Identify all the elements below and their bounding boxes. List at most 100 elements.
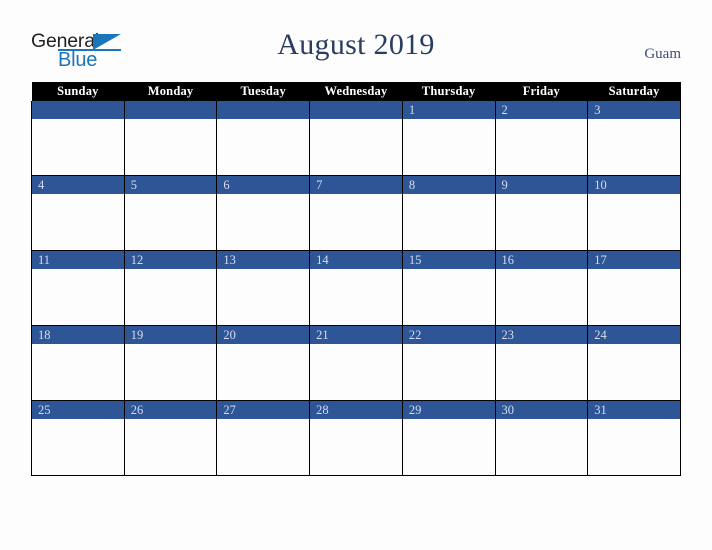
day-events-area[interactable]	[310, 419, 402, 474]
calendar-day-cell[interactable]: 17	[587, 250, 681, 326]
weekday-header-sunday: Sunday	[31, 82, 125, 101]
day-number: 9	[495, 176, 588, 194]
day-events-area[interactable]	[588, 194, 680, 249]
calendar-week-row: 11 12 13 14 15 16 17	[31, 250, 681, 326]
calendar-day-cell[interactable]: 12	[123, 250, 218, 326]
day-events-area[interactable]	[310, 119, 402, 174]
calendar-day-cell[interactable]: 15	[401, 250, 496, 326]
day-events-area[interactable]	[495, 419, 588, 474]
calendar-day-cell[interactable]: 7	[309, 175, 403, 251]
day-events-area[interactable]	[402, 269, 495, 324]
day-events-area[interactable]	[217, 119, 310, 174]
calendar-day-cell[interactable]: 23	[494, 325, 589, 401]
day-number: 31	[588, 401, 680, 419]
day-events-area[interactable]	[124, 119, 217, 174]
calendar-table: Sunday Monday Tuesday Wednesday Thursday…	[31, 82, 681, 476]
day-events-area[interactable]	[32, 419, 124, 474]
day-events-area[interactable]	[217, 269, 310, 324]
calendar-day-cell[interactable]: 26	[123, 400, 218, 476]
day-number: 25	[32, 401, 124, 419]
day-events-area[interactable]	[124, 344, 217, 399]
calendar-day-cell[interactable]: 6	[216, 175, 311, 251]
day-events-area[interactable]	[588, 419, 680, 474]
calendar-day-cell[interactable]: 14	[309, 250, 403, 326]
calendar-day-cell[interactable]: 8	[401, 175, 496, 251]
weekday-header-friday: Friday	[495, 82, 588, 101]
day-events-area[interactable]	[588, 269, 680, 324]
calendar-day-cell[interactable]: 16	[494, 250, 589, 326]
calendar-week-row: 25 26 27 28 29 30 31	[31, 400, 681, 476]
day-number: 23	[495, 326, 588, 344]
calendar-day-cell[interactable]: 31	[587, 400, 681, 476]
calendar-week-row: 18 19 20 21 22 23 24	[31, 325, 681, 401]
weekday-header-wednesday: Wednesday	[309, 82, 403, 101]
day-number: 8	[402, 176, 495, 194]
day-number: 13	[217, 251, 310, 269]
day-events-area[interactable]	[402, 419, 495, 474]
calendar-day-cell[interactable]: 25	[31, 400, 125, 476]
day-number: 24	[588, 326, 680, 344]
day-events-area[interactable]	[495, 269, 588, 324]
calendar-page: General Blue August 2019 Guam Sunday Mon…	[0, 0, 712, 550]
day-events-area[interactable]	[32, 194, 124, 249]
day-number: 10	[588, 176, 680, 194]
day-events-area[interactable]	[124, 194, 217, 249]
calendar-day-cell[interactable]: 10	[587, 175, 681, 251]
day-events-area[interactable]	[124, 419, 217, 474]
calendar-day-cell[interactable]: 24	[587, 325, 681, 401]
calendar-day-cell[interactable]: 13	[216, 250, 311, 326]
calendar-day-cell[interactable]: 22	[401, 325, 496, 401]
day-number: 28	[310, 401, 402, 419]
day-number: 27	[217, 401, 310, 419]
day-events-area[interactable]	[402, 344, 495, 399]
calendar-day-cell[interactable]: 4	[31, 175, 125, 251]
calendar-day-cell[interactable]: 30	[494, 400, 589, 476]
day-events-area[interactable]	[310, 194, 402, 249]
day-events-area[interactable]	[32, 269, 124, 324]
day-events-area[interactable]	[588, 344, 680, 399]
weekday-header-monday: Monday	[124, 82, 217, 101]
calendar-day-cell[interactable]: 21	[309, 325, 403, 401]
calendar-day-cell[interactable]: 5	[123, 175, 218, 251]
day-events-area[interactable]	[32, 344, 124, 399]
day-events-area[interactable]	[495, 344, 588, 399]
day-events-area[interactable]	[495, 194, 588, 249]
calendar-day-cell[interactable]: 29	[401, 400, 496, 476]
calendar-day-cell[interactable]: 18	[31, 325, 125, 401]
calendar-day-cell[interactable]	[123, 101, 218, 176]
day-events-area[interactable]	[217, 419, 310, 474]
calendar-day-cell[interactable]: 3	[587, 101, 681, 176]
day-number: 20	[217, 326, 310, 344]
day-events-area[interactable]	[32, 119, 124, 174]
calendar-day-cell[interactable]: 27	[216, 400, 311, 476]
calendar-day-cell[interactable]	[31, 101, 125, 176]
day-events-area[interactable]	[217, 344, 310, 399]
weekday-header-thursday: Thursday	[402, 82, 496, 101]
day-number: 17	[588, 251, 680, 269]
calendar-day-cell[interactable]	[216, 101, 311, 176]
day-events-area[interactable]	[402, 194, 495, 249]
day-number: 6	[217, 176, 310, 194]
calendar-day-cell[interactable]: 2	[494, 101, 589, 176]
day-events-area[interactable]	[217, 194, 310, 249]
day-events-area[interactable]	[588, 119, 680, 174]
calendar-week-row: 4 5 6 7 8 9 10	[31, 175, 681, 251]
day-events-area[interactable]	[495, 119, 588, 174]
day-events-area[interactable]	[310, 344, 402, 399]
day-number: 18	[32, 326, 124, 344]
calendar-day-cell[interactable]: 1	[401, 101, 496, 176]
day-events-area[interactable]	[124, 269, 217, 324]
locale-label: Guam	[644, 46, 681, 62]
day-number: 19	[124, 326, 217, 344]
day-events-area[interactable]	[310, 269, 402, 324]
day-events-area[interactable]	[402, 119, 495, 174]
calendar-day-cell[interactable]	[309, 101, 403, 176]
calendar-day-cell[interactable]: 19	[123, 325, 218, 401]
calendar-day-cell[interactable]: 11	[31, 250, 125, 326]
day-number	[217, 101, 310, 119]
calendar-day-cell[interactable]: 9	[494, 175, 589, 251]
calendar-day-cell[interactable]: 28	[309, 400, 403, 476]
calendar-day-cell[interactable]: 20	[216, 325, 311, 401]
day-number: 29	[402, 401, 495, 419]
calendar-week-row: 1 2 3	[31, 101, 681, 176]
